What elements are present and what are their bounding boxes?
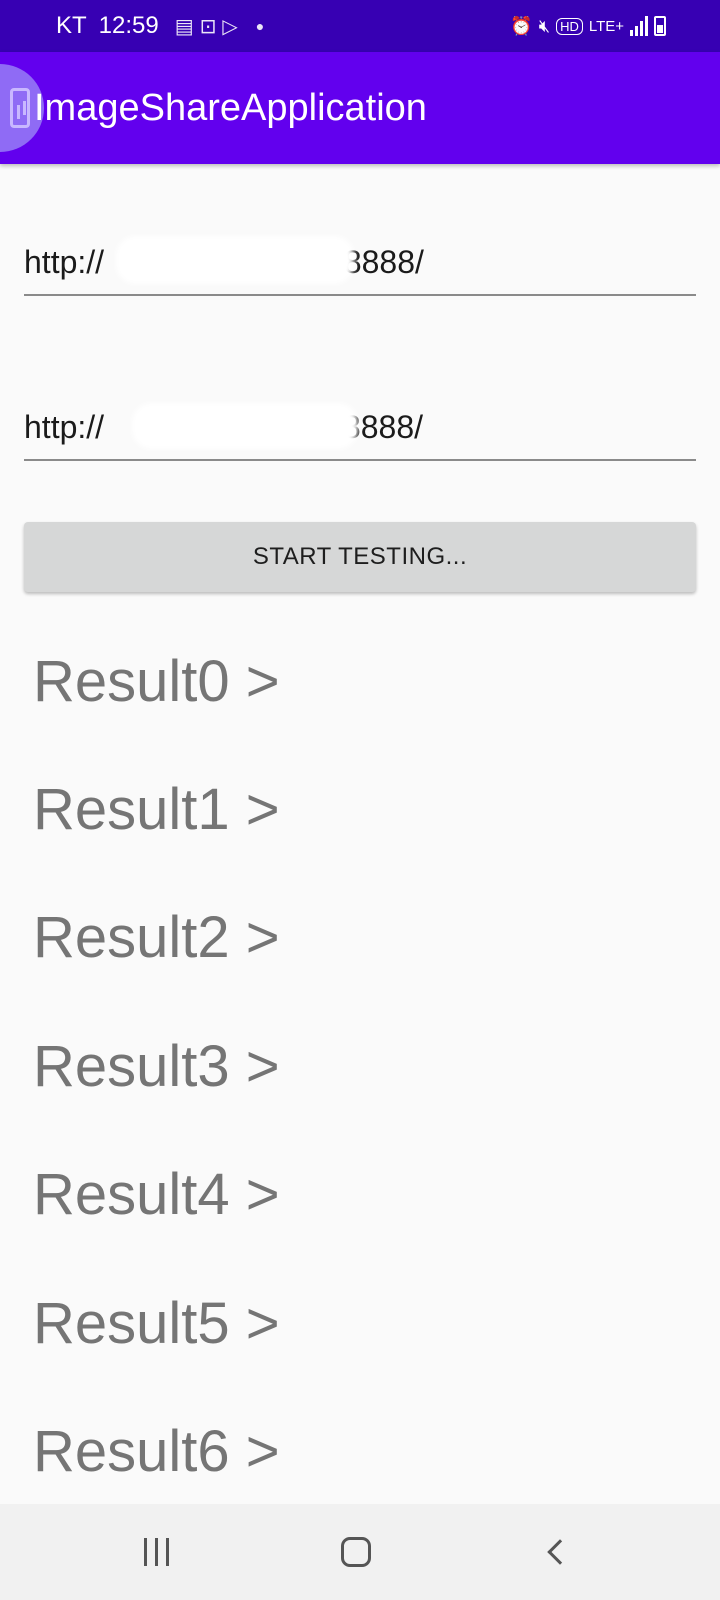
signal-icon — [630, 16, 648, 36]
result-item-0[interactable]: Result0 > — [33, 648, 280, 715]
redaction-mark-2 — [132, 403, 358, 449]
server-url-field-2[interactable]: http://:8888/ — [24, 401, 696, 461]
server-url-field-1[interactable]: http:///:8888/ — [24, 236, 696, 296]
result-item-5[interactable]: Result5 > — [33, 1290, 280, 1357]
home-icon — [341, 1537, 371, 1567]
result-item-3[interactable]: Result3 > — [33, 1033, 280, 1100]
redaction-mark-1 — [116, 236, 354, 284]
back-icon — [547, 1539, 573, 1565]
dot-icon: ● — [255, 18, 265, 34]
carrier-label: KT — [56, 12, 87, 39]
back-button[interactable] — [496, 1504, 616, 1600]
sim-icon: ▤ — [174, 15, 194, 38]
result-item-6[interactable]: Result6 > — [33, 1418, 280, 1485]
result-item-4[interactable]: Result4 > — [33, 1161, 280, 1228]
app-title: ImageShareApplication — [34, 87, 427, 129]
status-right: ⏰ 🔇︎ HD LTE+ — [510, 0, 666, 52]
url-prefix-1: http:// — [24, 244, 105, 280]
recents-button[interactable] — [96, 1504, 216, 1600]
app-bar: ImageShareApplication — [0, 52, 720, 164]
battery-icon — [654, 16, 666, 36]
time-label: 12:59 — [98, 12, 159, 39]
play-store-icon: ▷ — [222, 15, 238, 38]
voicemail-icon: ⊡ — [199, 15, 217, 38]
lte-icon: LTE+ — [588, 17, 624, 35]
start-testing-button[interactable]: START TESTING... — [24, 522, 696, 592]
navigation-bar — [0, 1504, 720, 1600]
hd-icon: HD — [556, 17, 583, 35]
status-bar: KT 12:59 ▤ ⊡ ▷ ● ⏰ 🔇︎ HD LTE+ — [0, 0, 720, 52]
recents-icon — [143, 1538, 169, 1566]
url-prefix-2: http:// — [24, 409, 105, 445]
result-item-2[interactable]: Result2 > — [33, 904, 280, 971]
result-item-1[interactable]: Result1 > — [33, 776, 280, 843]
chart-icon — [10, 88, 30, 128]
status-left: KT 12:59 ▤ ⊡ ▷ ● — [56, 0, 264, 52]
alarm-icon: ⏰ — [510, 15, 533, 36]
home-button[interactable] — [296, 1504, 416, 1600]
mute-icon: 🔇︎ — [538, 15, 551, 36]
